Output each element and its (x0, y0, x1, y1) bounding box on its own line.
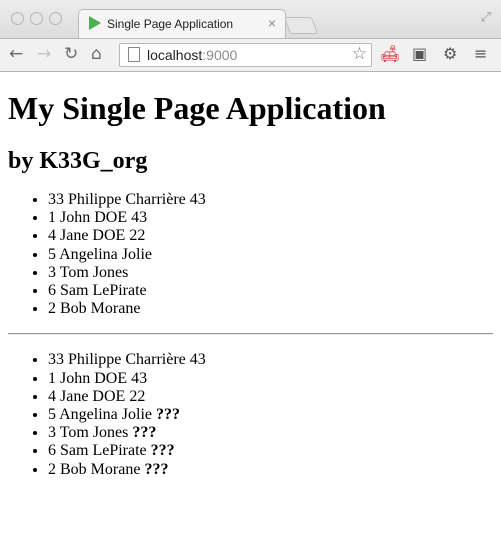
item-text: 1 John DOE 43 (48, 369, 148, 387)
list-item: 3 Tom Jones ??? (48, 424, 493, 442)
list-item: 1 John DOE 43 (48, 370, 493, 388)
page-content: My Single Page Application by K33G_org 3… (0, 90, 501, 479)
list-item: 4 Jane DOE 22 (48, 227, 493, 245)
url-host: localhost (147, 47, 203, 63)
menu-icon[interactable]: ≡ (474, 44, 487, 63)
list-item: 4 Jane DOE 22 (48, 388, 493, 406)
url-text[interactable]: localhost:9000 (147, 47, 237, 63)
couch-icon[interactable]: 🛋 (380, 44, 400, 63)
page-title: My Single Page Application (8, 90, 386, 126)
browser-titlebar: Single Page Application × ⤢ (0, 0, 501, 39)
item-text: 3 Tom Jones (48, 424, 133, 442)
forward-icon[interactable]: → (37, 44, 51, 64)
window-controls (11, 12, 62, 25)
people-list-1: 33 Philippe Charrière 43 1 John DOE 43 4… (8, 191, 493, 318)
list-item: 2 Bob Morane (48, 300, 493, 318)
item-text: 4 Jane DOE 22 (48, 387, 146, 405)
fullscreen-icon[interactable]: ⤢ (481, 9, 491, 25)
list-item: 2 Bob Morane ??? (48, 461, 493, 479)
item-text: 2 Bob Morane (48, 460, 145, 478)
list-item: 1 John DOE 43 (48, 209, 493, 227)
list-item: 5 Angelina Jolie ??? (48, 406, 493, 424)
close-window-button[interactable] (11, 12, 24, 25)
item-suffix: ??? (132, 424, 157, 442)
tab-close-icon[interactable]: × (268, 15, 276, 31)
address-bar[interactable]: localhost:9000 ☆ (119, 43, 372, 67)
gear-icon[interactable]: ⚙ (443, 44, 457, 63)
star-icon[interactable]: ☆ (352, 44, 367, 64)
minimize-window-button[interactable] (30, 12, 43, 25)
item-suffix: ??? (144, 460, 169, 478)
zoom-window-button[interactable] (49, 12, 62, 25)
page-icon (128, 47, 140, 62)
divider (8, 333, 493, 336)
new-tab-button[interactable] (283, 17, 319, 34)
item-text: 6 Sam LePirate (48, 442, 151, 460)
evernote-icon[interactable]: ▣ (412, 44, 427, 63)
people-list-2: 33 Philippe Charrière 43 1 John DOE 43 4… (8, 351, 493, 478)
item-suffix: ??? (155, 406, 180, 424)
list-item: 33 Philippe Charrière 43 (48, 191, 493, 209)
reload-icon[interactable]: ↻ (64, 44, 78, 64)
list-item: 6 Sam LePirate ??? (48, 442, 493, 460)
back-icon[interactable]: ← (9, 44, 23, 64)
item-suffix: ??? (150, 442, 175, 460)
home-icon[interactable]: ⌂ (91, 44, 102, 64)
tab-active[interactable]: Single Page Application × (78, 9, 286, 39)
tab-title: Single Page Application (107, 17, 234, 31)
list-item: 3 Tom Jones (48, 264, 493, 282)
browser-toolbar: ← → ↻ ⌂ localhost:9000 ☆ 🛋 ▣ ⚙ ≡ (0, 38, 501, 72)
play-favicon-icon (89, 16, 101, 30)
item-text: 5 Angelina Jolie (48, 406, 156, 424)
url-port: :9000 (202, 47, 238, 63)
item-text: 33 Philippe Charrière 43 (48, 351, 206, 369)
list-item: 33 Philippe Charrière 43 (48, 351, 493, 369)
page-subtitle: by K33G_org (8, 148, 148, 174)
list-item: 6 Sam LePirate (48, 282, 493, 300)
list-item: 5 Angelina Jolie (48, 246, 493, 264)
